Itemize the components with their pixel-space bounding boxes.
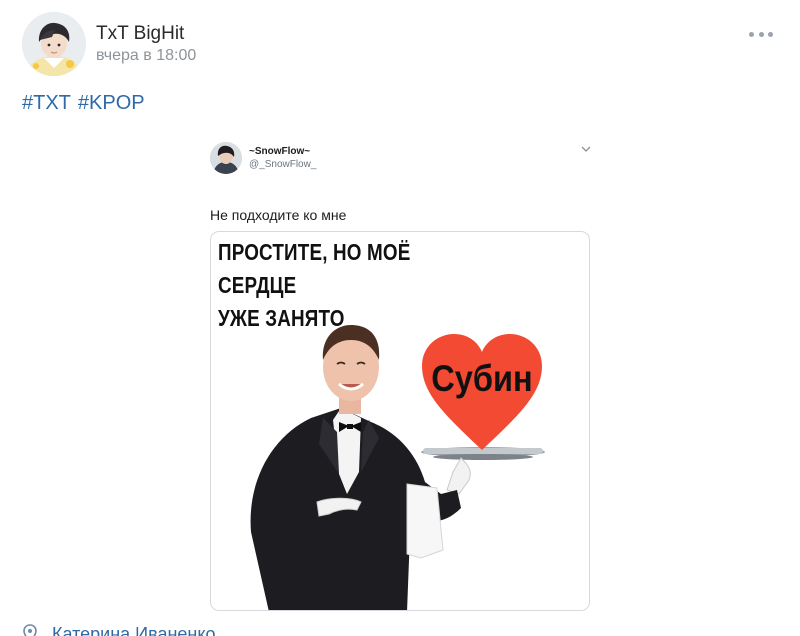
post-timestamp[interactable]: вчера в 18:00 [96, 47, 196, 65]
author-avatar[interactable] [22, 12, 86, 76]
hashtag-link-txt[interactable]: #TXT [22, 92, 71, 115]
wall-post: TxT BigHit вчера в 18:00 #TXT #KPOP ~Sno… [0, 0, 800, 636]
more-icon[interactable] [746, 24, 776, 44]
tweet-text: Не подходите ко мне [210, 207, 347, 223]
footer-row: Катерина Иваненко [22, 624, 215, 636]
tweet-avatar [210, 142, 242, 174]
meme-image: ПРОСТИТЕ, НО МОЁ СЕРДЦЕ УЖЕ ЗАНЯТО Субин [210, 231, 590, 611]
location-icon [23, 624, 37, 636]
hashtag-link-kpop[interactable]: #KPOP [78, 92, 145, 115]
tweet-handle: @_SnowFlow_ [249, 159, 317, 170]
heart-label: Субин [431, 358, 533, 399]
author-name[interactable]: TxT BigHit [96, 23, 184, 45]
attached-tweet-image[interactable]: ~SnowFlow~ @_SnowFlow_ Не подходите ко м… [196, 130, 606, 620]
post-hashtags: #TXT #KPOP [22, 92, 145, 115]
tweet-display-name: ~SnowFlow~ [249, 146, 311, 157]
footer-link[interactable]: Катерина Иваненко [52, 624, 215, 636]
chevron-down-icon [581, 146, 591, 152]
